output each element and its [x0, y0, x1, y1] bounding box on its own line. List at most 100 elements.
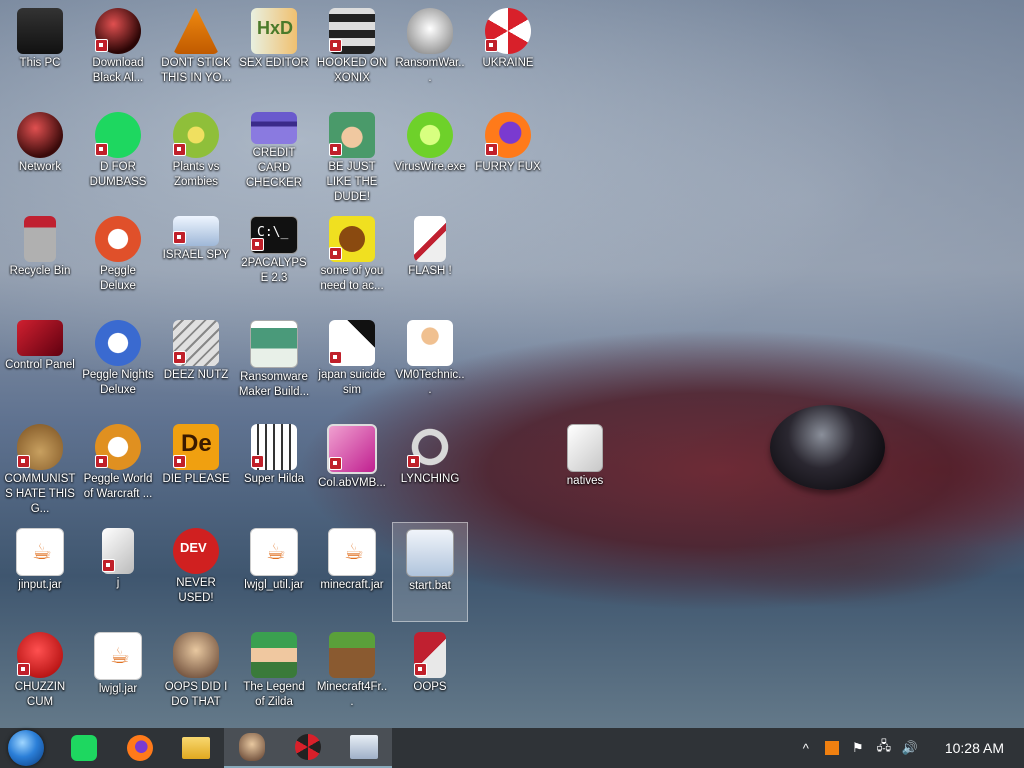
desktop-icon-israel-spy[interactable]: ISRAEL SPY [158, 210, 234, 310]
desktop-icon-ukraine[interactable]: UKRAINE [470, 2, 546, 102]
desktop-icon-network[interactable]: Network [2, 106, 78, 206]
start-button[interactable] [8, 730, 44, 766]
desktop-icon-ransomwar[interactable]: RansomWar... [392, 2, 468, 102]
desktop-icon-this-pc[interactable]: This PC [2, 2, 78, 102]
computer-icon [17, 8, 63, 54]
taskbar-button-portrait[interactable] [224, 728, 280, 768]
desktop-icon-start-bat[interactable]: start.bat [392, 522, 468, 622]
flash-icon [414, 632, 446, 678]
desktop-icon-credit-card-checker[interactable]: CREDIT CARD CHECKER [236, 106, 312, 206]
desktop-icon-lynching[interactable]: LYNCHING [392, 418, 468, 518]
desktop-icon-ransomware-maker[interactable]: Ransomware Maker Build... [236, 314, 312, 414]
icon-label: CHUZZIN CUM [14, 681, 66, 708]
taskbar-button-spotify[interactable] [56, 728, 112, 768]
desktop-icon-download-black-al[interactable]: Download Black Al... [80, 2, 156, 102]
icon-label: start.bat [409, 580, 451, 592]
icon-label: lwjgl.jar [98, 683, 138, 695]
portrait-icon [173, 632, 219, 678]
taskbar-button-firefox[interactable] [112, 728, 168, 768]
grass-block-icon [329, 632, 375, 678]
java-icon: ☕ [328, 528, 376, 576]
desktop-icon-deez-nutz[interactable]: DEEZ NUTZ [158, 314, 234, 414]
desktop-icon-lwjgl-util-jar[interactable]: ☕ lwjgl_util.jar [236, 522, 312, 622]
desktop-icon-minecraft-jar[interactable]: ☕ minecraft.jar [314, 522, 390, 622]
desktop-icon-d-for-dumbass[interactable]: D FOR DUMBASS [80, 106, 156, 206]
desktop-icon-chuzzin[interactable]: CHUZZIN CUM [2, 626, 78, 726]
orange-app-icon[interactable] [823, 739, 841, 757]
stack-icon [173, 320, 219, 366]
desktop-icon-communists[interactable]: COMMUNISTS HATE THIS G... [2, 418, 78, 518]
desktop-icon-japan-suicide-sim[interactable]: japan suicide sim [314, 314, 390, 414]
chevron-up-icon[interactable]: ^ [797, 739, 815, 757]
folder-icon [182, 737, 210, 759]
desktop-icon-be-just-like-the-dude[interactable]: BE JUST LIKE THE DUDE! [314, 106, 390, 206]
desktop-icon-minecraft4fr[interactable]: Minecraft4Fr... [314, 626, 390, 726]
java-icon: ☕ [250, 528, 298, 576]
desktop-icon-oops[interactable]: OOPS [392, 626, 468, 726]
icon-label: 2PACALYPSE 2.3 [241, 257, 307, 284]
icon-label: Recycle Bin [9, 265, 71, 277]
desktop-icon-viruswire[interactable]: VirusWire.exe [392, 106, 468, 206]
noose-icon [407, 424, 453, 470]
peggle-icon [95, 320, 141, 366]
volume-icon[interactable]: 🔊 [901, 739, 919, 757]
desktop-icon-furry-fux[interactable]: FURRY FUX [470, 106, 546, 206]
control-panel-icon [17, 320, 63, 356]
black-orb-icon [95, 8, 141, 54]
icon-label: NEVER USED! [176, 577, 216, 604]
peggle-icon [95, 424, 141, 470]
desktop-icon-jinput-jar[interactable]: ☕ jinput.jar [2, 522, 78, 622]
icon-label: lwjgl_util.jar [244, 579, 304, 591]
icon-label: j [116, 577, 120, 589]
desktop-icon-control-panel[interactable]: Control Panel [2, 314, 78, 414]
elf-icon [329, 112, 375, 158]
icon-label: D FOR DUMBASS [89, 161, 147, 188]
money-bag-icon [17, 424, 63, 470]
network-icon[interactable]: 🖧 [875, 738, 893, 757]
desktop-icon-hooked-on-xonix[interactable]: HOOKED ON XONIX [314, 2, 390, 102]
clock[interactable]: 10:28 AM [945, 740, 1004, 756]
desktop-icon-recycle-bin[interactable]: Recycle Bin [2, 210, 78, 310]
taskbar: ^ ⚑ 🖧 🔊 10:28 AM [0, 728, 1024, 768]
icon-label: DEEZ NUTZ [163, 369, 229, 381]
hxd-icon: HxD [251, 8, 297, 54]
java-icon: ☕ [94, 632, 142, 680]
taskbar-button-file-explorer[interactable] [168, 728, 224, 768]
desktop-icon-plants-vs-zombies[interactable]: Plants vs Zombies [158, 106, 234, 206]
desktop-icon-sex-editor[interactable]: HxD SEX EDITOR [236, 2, 312, 102]
icon-label: Download Black Al... [92, 57, 144, 84]
peggle-icon [95, 216, 141, 262]
taskbar-button-radiation[interactable] [280, 728, 336, 768]
desktop-icon-die-please[interactable]: De DIE PLEASE [158, 418, 234, 518]
desktop-icon-peggle-nights[interactable]: Peggle Nights Deluxe [80, 314, 156, 414]
desktop-icon-some-of-you[interactable]: some of you need to ac... [314, 210, 390, 310]
desktop-icon-dont-stick[interactable]: DONT STICK THIS IN YO... [158, 2, 234, 102]
desktop-icon-super-hilda[interactable]: Super Hilda [236, 418, 312, 518]
desktop-icon-j[interactable]: j [80, 522, 156, 622]
icon-label: natives [566, 475, 604, 487]
java-icon: ☕ [16, 528, 64, 576]
icon-label: Peggle World of Warcraft ... [83, 473, 153, 500]
desktop-icon-2pacalypse[interactable]: C:\_ 2PACALYPSE 2.3 [236, 210, 312, 310]
desktop-icon-flash[interactable]: FLASH ! [392, 210, 468, 310]
icon-label: jinput.jar [18, 579, 62, 591]
desktop-icon-peggle-deluxe[interactable]: Peggle Deluxe [80, 210, 156, 310]
xonix-icon [329, 8, 375, 54]
desktop-icon-lwjgl-jar[interactable]: ☕ lwjgl.jar [80, 626, 156, 726]
credit-card-icon [251, 112, 297, 144]
desktop-icon-never-used[interactable]: DEV NEVER USED! [158, 522, 234, 622]
desktop-icon-natives[interactable]: natives [547, 418, 623, 518]
icon-label: Control Panel [5, 359, 75, 371]
lime-icon [407, 112, 453, 158]
desktop-icon-legend-of-zilda[interactable]: The Legend of Zilda [236, 626, 312, 726]
flag-icon[interactable]: ⚑ [849, 739, 867, 757]
icon-label: Col.abVMB... [318, 477, 386, 489]
icon-label: some of you need to ac... [320, 265, 384, 292]
desktop-icon-oops-did-i[interactable]: OOPS DID I DO THAT [158, 626, 234, 726]
desktop-icon-colabvmb[interactable]: Col.abVMB... [314, 418, 390, 518]
desktop-icon-peggle-wow[interactable]: Peggle World of Warcraft ... [80, 418, 156, 518]
taskbar-button-task-manager[interactable] [336, 728, 392, 768]
icon-label: COMMUNISTS HATE THIS G... [4, 473, 76, 515]
icon-label: LYNCHING [400, 473, 460, 485]
desktop-icon-vm0technic[interactable]: VM0Technic... [392, 314, 468, 414]
